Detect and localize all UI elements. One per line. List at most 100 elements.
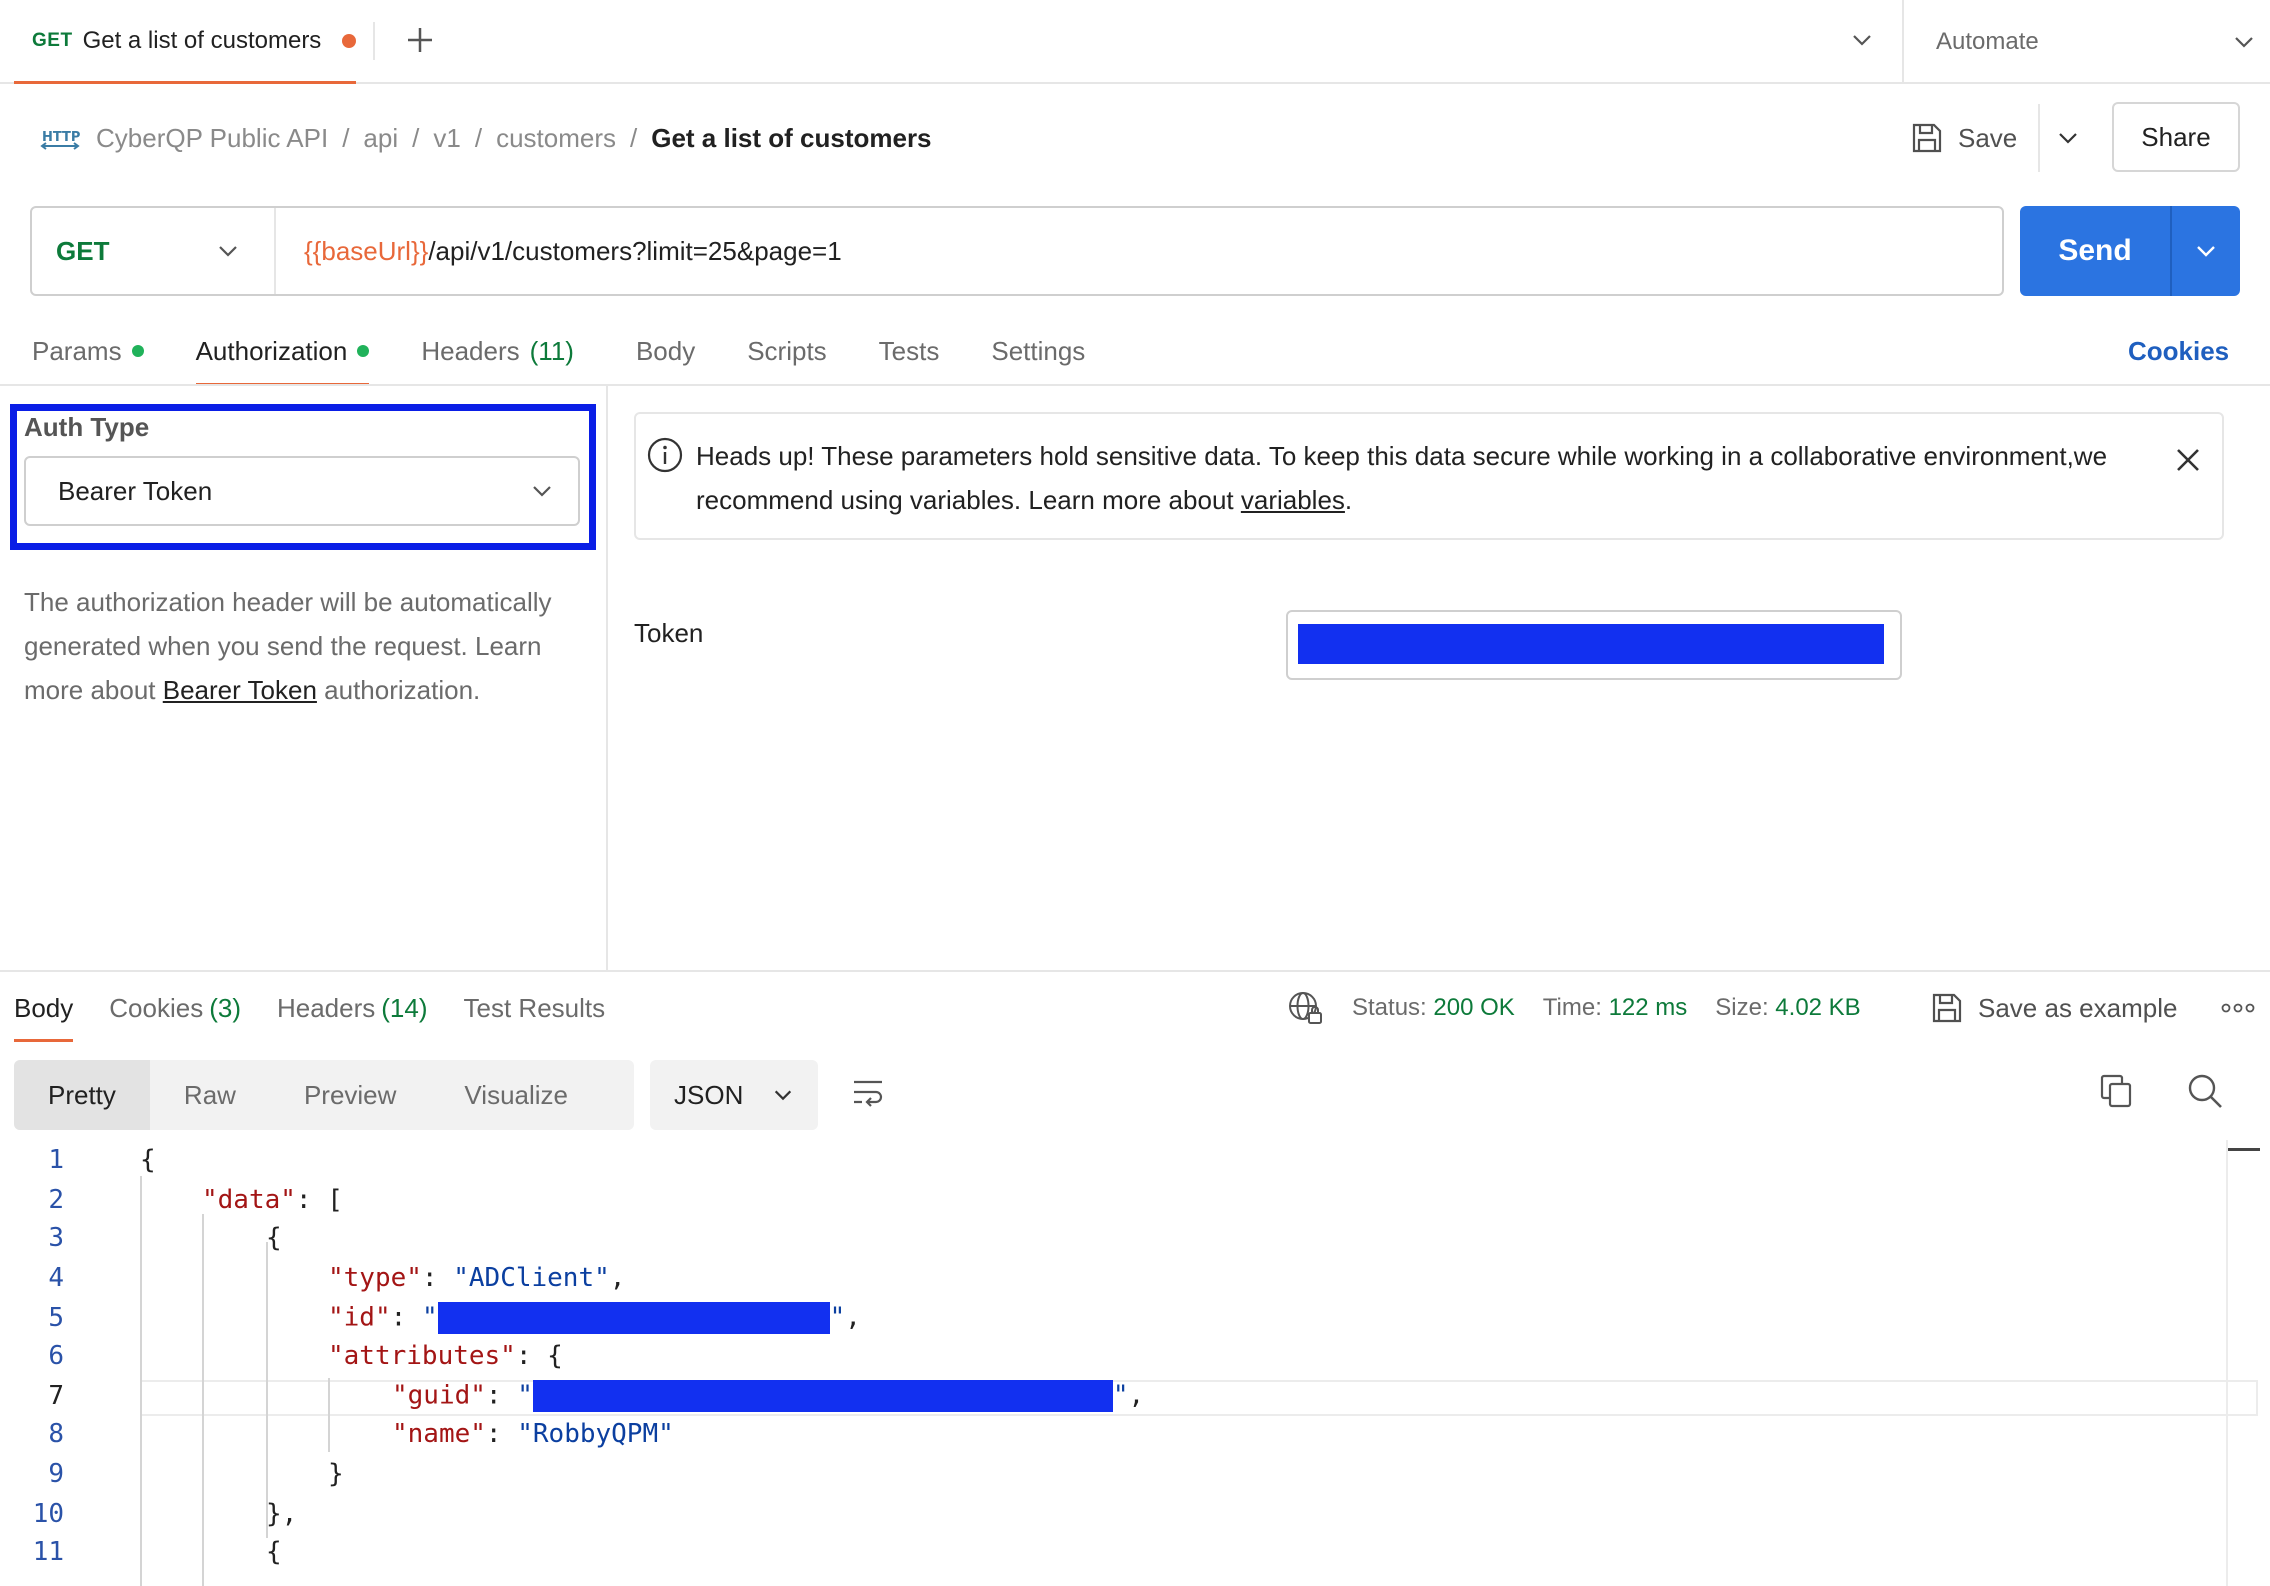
close-banner-button[interactable] — [2168, 440, 2208, 480]
divider — [0, 970, 2270, 972]
globe-lock-icon[interactable] — [1286, 989, 1324, 1027]
save-options-button[interactable] — [2044, 112, 2092, 164]
tab-body[interactable]: Body — [636, 324, 695, 378]
tab-tests[interactable]: Tests — [879, 324, 940, 378]
chevron-down-icon — [774, 1090, 792, 1101]
chevron-down-icon — [2059, 133, 2077, 144]
status-readout[interactable]: Status: 200 OK — [1352, 994, 1515, 1022]
request-tabs: Params Authorization Headers (11) Body Sc… — [32, 324, 1085, 386]
save-divider — [2038, 104, 2040, 172]
chevron-down-icon — [2197, 246, 2215, 257]
divider — [0, 384, 2270, 386]
panel-divider — [606, 386, 608, 970]
request-tab[interactable]: GET Get a list of customers — [14, 0, 356, 84]
tab-method: GET — [32, 29, 73, 51]
breadcrumb-folder-customers[interactable]: customers — [496, 123, 616, 154]
environment-select[interactable]: Automate — [1936, 0, 2256, 84]
view-mode-segmented: Pretty Raw Preview Visualize — [14, 1060, 634, 1130]
breadcrumb-folder-v1[interactable]: v1 — [433, 123, 460, 154]
close-icon — [2177, 449, 2199, 471]
bearer-token-link[interactable]: Bearer Token — [163, 675, 317, 705]
view-pretty[interactable]: Pretty — [14, 1060, 150, 1130]
code-line: 5 "id": " ", — [48, 1302, 861, 1334]
chevron-down-icon — [1853, 35, 1871, 46]
save-as-example-button[interactable]: Save as example — [1930, 982, 2177, 1034]
auth-type-label: Auth Type — [24, 412, 150, 442]
auth-type-value: Bearer Token — [58, 475, 213, 506]
chevron-down-icon — [219, 246, 237, 257]
sensitive-data-banner: Heads up! These parameters hold sensitiv… — [634, 412, 2224, 540]
redacted-id — [437, 1302, 830, 1334]
search-button[interactable] — [2186, 1072, 2224, 1110]
view-raw[interactable]: Raw — [150, 1060, 270, 1130]
request-name[interactable]: Get a list of customers — [651, 123, 931, 154]
banner-text: Heads up! These parameters hold sensitiv… — [696, 441, 2108, 515]
environment-divider — [1902, 0, 1904, 84]
search-icon — [2188, 1074, 2222, 1108]
tabs-dropdown-button[interactable] — [1840, 18, 1884, 62]
format-select[interactable]: JSON — [650, 1060, 818, 1130]
code-line: 4 "type": "ADClient", — [48, 1263, 626, 1293]
environment-label: Automate — [1936, 28, 2039, 55]
breadcrumb-folder-api[interactable]: api — [363, 123, 398, 154]
response-stats: Status: 200 OK Time: 122 ms Size: 4.02 K… — [1286, 982, 1861, 1034]
token-input[interactable] — [1286, 610, 1902, 680]
code-line: 2 "data": [ — [48, 1185, 343, 1215]
redacted-guid — [532, 1380, 1113, 1412]
variables-link[interactable]: variables — [1241, 485, 1345, 515]
time-readout[interactable]: Time: 122 ms — [1543, 994, 1687, 1022]
status-dot-icon — [357, 345, 370, 357]
tab-title: Get a list of customers — [82, 26, 322, 54]
code-line: 3 { — [48, 1223, 282, 1253]
send-options-button[interactable] — [2172, 206, 2240, 296]
save-icon — [1912, 123, 1942, 153]
response-tab-cookies[interactable]: Cookies (3) — [109, 980, 241, 1036]
tab-scripts[interactable]: Scripts — [747, 324, 826, 378]
wrap-lines-icon — [854, 1080, 883, 1107]
save-button[interactable]: Save — [1910, 112, 2017, 164]
chevron-down-icon — [533, 486, 551, 497]
code-line: 6 "attributes": { — [48, 1341, 563, 1371]
wrap-lines-button[interactable] — [850, 1074, 886, 1110]
tab-authorization[interactable]: Authorization — [195, 324, 370, 386]
more-options-button[interactable] — [2216, 990, 2260, 1026]
response-tab-body[interactable]: Body — [14, 980, 74, 1042]
response-tab-headers[interactable]: Headers (14) — [277, 980, 428, 1036]
url-bar: GET {{baseUrl}}/api/v1/customers?limit=2… — [30, 206, 2004, 296]
unsaved-dot-icon — [342, 33, 356, 48]
code-line: 7 "guid": " ", — [48, 1380, 1145, 1412]
code-line: 8 "name": "RobbyQPM" — [48, 1419, 674, 1449]
view-preview[interactable]: Preview — [270, 1060, 430, 1130]
http-icon: HTTP — [40, 130, 80, 150]
copy-icon — [2100, 1074, 2132, 1108]
cookies-link[interactable]: Cookies — [2128, 324, 2229, 378]
auth-description: The authorization header will be automat… — [24, 587, 552, 705]
copy-button[interactable] — [2098, 1072, 2136, 1110]
save-icon — [1932, 993, 1962, 1023]
view-visualize[interactable]: Visualize — [430, 1060, 602, 1130]
status-dot-icon — [131, 345, 144, 357]
response-tabs: Body Cookies (3) Headers (14) Test Results — [14, 980, 606, 1042]
response-tab-test-results[interactable]: Test Results — [464, 980, 606, 1036]
tab-settings[interactable]: Settings — [991, 324, 1085, 378]
redacted-token — [1298, 624, 1884, 664]
chevron-down-icon — [2235, 37, 2253, 48]
tab-headers[interactable]: Headers (11) — [421, 324, 574, 378]
method-select[interactable]: GET — [32, 208, 276, 294]
tab-params[interactable]: Params — [32, 324, 144, 378]
breadcrumb: HTTP CyberQP Public API / api / v1 / cus… — [40, 110, 932, 166]
new-tab-button[interactable] — [398, 18, 442, 62]
send-button[interactable]: Send — [2020, 206, 2170, 296]
info-icon — [647, 437, 683, 473]
auth-type-select[interactable]: Bearer Token — [24, 456, 580, 526]
response-body-code[interactable]: 1 { 2 "data": [ 3 { 4 "type": "ADClient"… — [0, 1140, 2270, 1586]
url-input[interactable]: {{baseUrl}}/api/v1/customers?limit=25&pa… — [304, 208, 842, 294]
share-button[interactable]: Share — [2112, 102, 2240, 172]
code-line: 9 } — [48, 1459, 344, 1489]
breadcrumb-collection[interactable]: CyberQP Public API — [96, 123, 328, 154]
code-line: 11 { — [32, 1537, 282, 1567]
code-line: 1 { — [48, 1145, 156, 1175]
size-readout[interactable]: Size: 4.02 KB — [1715, 994, 1860, 1022]
send-button-group: Send — [2020, 206, 2240, 296]
more-horizontal-icon — [2221, 1003, 2255, 1013]
